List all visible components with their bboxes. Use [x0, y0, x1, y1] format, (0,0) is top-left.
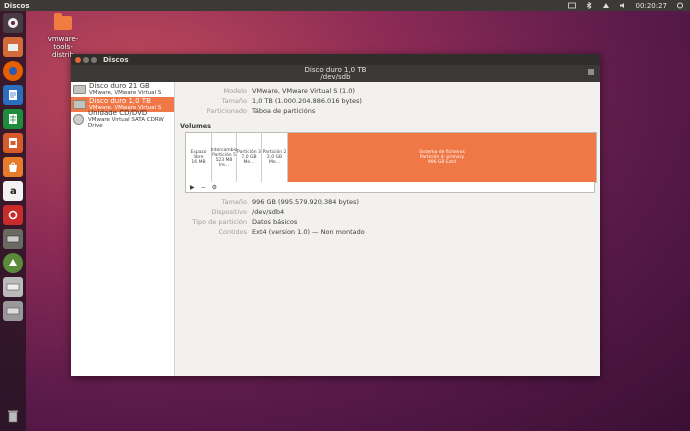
contents-value: Ext4 (version 1.0) — Non montado: [252, 228, 365, 236]
volume-map: Espazo libre 16 MB Intercambio Partición…: [185, 132, 597, 183]
firefox-icon[interactable]: [3, 61, 23, 81]
dash-icon[interactable]: [3, 13, 23, 33]
partitioning-value: Táboa de particións: [252, 107, 316, 115]
indicator-area: 00:20:27: [567, 1, 690, 10]
device-value: /dev/sdb4: [252, 208, 285, 216]
close-button[interactable]: [75, 56, 81, 63]
volume-size-row: Tamaño 996 GB (995.579.920.384 bytes): [175, 198, 359, 206]
disk-details: Modelo VMware, VMware Virtual S (1.0) Ta…: [175, 82, 600, 376]
top-panel: Discos 00:20:27: [0, 0, 690, 11]
software-center-icon[interactable]: [3, 157, 23, 177]
folder-icon: [54, 13, 72, 30]
optical-disc-icon: [73, 114, 84, 125]
impress-icon[interactable]: [3, 133, 23, 153]
system-settings-icon[interactable]: [3, 205, 23, 225]
trash-icon[interactable]: [3, 406, 23, 426]
disk-item-name: Disco duro 1,0 TB: [89, 97, 151, 105]
menu-icon[interactable]: [588, 69, 594, 76]
volume-size-label: Tamaño: [221, 198, 247, 206]
device-label: Dispositivo: [211, 208, 247, 216]
volume-icon[interactable]: [619, 2, 627, 9]
partition-2[interactable]: Partición 2 2,0 GB Me...: [262, 133, 288, 182]
contents-row: Contidos Ext4 (version 1.0) — Non montad…: [175, 228, 365, 236]
partition-free-space[interactable]: Espazo libre 16 MB: [186, 133, 212, 182]
partition-swap[interactable]: Intercambio Partición 5 523 MB Ire...: [210, 133, 238, 182]
size-value: 1,0 TB (1.000.204.886.016 bytes): [252, 97, 362, 105]
volumes-heading: Volumes: [180, 122, 212, 130]
disk-item-21gb[interactable]: Disco duro 21 GB VMware, VMware Virtual …: [71, 82, 174, 97]
partition-type-value: Datos básicos: [252, 218, 298, 226]
contents-label: Contidos: [218, 228, 247, 236]
desktop-folder-vmware-tools[interactable]: vmware-tools- distrib: [40, 13, 86, 59]
partitioning-row: Particionado Táboa de particións: [175, 107, 315, 115]
disk-item-name: Unidade CD/DVD: [88, 109, 148, 117]
gear-icon[interactable]: [676, 2, 684, 9]
partition-line: Intercambio: [210, 147, 238, 153]
removable-drive-icon[interactable]: [3, 301, 23, 321]
partition-line: Partición 5: [212, 152, 236, 158]
window-title: Discos: [103, 55, 129, 64]
partition-line: 2,0 GB Me...: [266, 155, 283, 165]
volume-toolbar: ▶ − ⚙: [185, 182, 595, 193]
partition-3[interactable]: Partición 3 7,0 GB Me...: [237, 133, 262, 182]
partition-type-label: Tipo de partición: [192, 218, 247, 226]
volume-device-row: Dispositivo /dev/sdb4: [175, 208, 284, 216]
hard-disk-icon: [73, 100, 86, 109]
disks-app-icon[interactable]: [3, 229, 23, 249]
calc-icon[interactable]: [3, 109, 23, 129]
disk-size-row: Tamaño 1,0 TB (1.000.204.886.016 bytes): [175, 97, 362, 105]
minimize-button[interactable]: [83, 56, 89, 63]
partition-settings-icon[interactable]: ⚙: [212, 184, 217, 191]
partition-type-row: Tipo de partición Datos básicos: [175, 218, 297, 226]
partitioning-label: Particionado: [206, 107, 247, 115]
disk-usage-icon[interactable]: [3, 277, 23, 297]
partition-line: 16 MB: [191, 160, 206, 165]
partition-line: 523 MB Ire...: [215, 157, 233, 168]
maximize-button[interactable]: [91, 56, 97, 63]
volume-size-value: 996 GB (995.579.920.384 bytes): [252, 198, 359, 206]
disk-model-row: Modelo VMware, VMware Virtual S (1.0): [175, 87, 355, 95]
header-device-path: /dev/sdb: [320, 72, 351, 81]
svg-text:a: a: [10, 186, 17, 197]
model-label: Modelo: [223, 87, 248, 95]
disk-item-model: VMware Virtual SATA CDRW Drive: [88, 117, 164, 129]
header-bar: Disco duro 1,0 TB /dev/sdb: [71, 65, 600, 82]
partition-line: 996 GB Ext4: [427, 160, 457, 165]
clock[interactable]: 00:20:27: [636, 2, 667, 10]
model-value: VMware, VMware Virtual S (1.0): [252, 87, 355, 95]
active-app-title: Discos: [4, 1, 30, 10]
update-manager-icon[interactable]: [3, 253, 23, 273]
mount-play-icon[interactable]: ▶: [190, 184, 195, 191]
keyboard-icon[interactable]: [567, 2, 576, 9]
window-titlebar[interactable]: Discos: [71, 54, 600, 65]
disk-item-name: Disco duro 21 GB: [89, 82, 150, 90]
network-icon[interactable]: [602, 2, 610, 9]
files-icon[interactable]: [3, 37, 23, 57]
size-label: Tamaño: [221, 97, 247, 105]
partition-line: Espazo libre: [190, 150, 207, 160]
disk-list: Disco duro 21 GB VMware, VMware Virtual …: [71, 82, 175, 376]
partition-line: 7,0 GB Me...: [241, 155, 257, 165]
desktop-folder-label-line1: vmware-tools-: [47, 35, 79, 51]
bluetooth-icon[interactable]: [585, 1, 593, 10]
disk-item-cdrom[interactable]: Unidade CD/DVD VMware Virtual SATA CDRW …: [71, 109, 174, 129]
launcher: a: [0, 11, 26, 431]
hard-disk-icon: [73, 85, 86, 94]
delete-partition-minus-icon[interactable]: −: [201, 184, 206, 191]
writer-icon[interactable]: [3, 85, 23, 105]
amazon-icon[interactable]: a: [3, 181, 23, 201]
disks-window: Discos Disco duro 1,0 TB /dev/sdb Disco …: [71, 54, 600, 376]
disk-item-model: VMware, VMware Virtual S: [89, 90, 162, 96]
partition-4-filesystem[interactable]: Sistema de ficheiros Partición 4: primar…: [288, 133, 596, 182]
